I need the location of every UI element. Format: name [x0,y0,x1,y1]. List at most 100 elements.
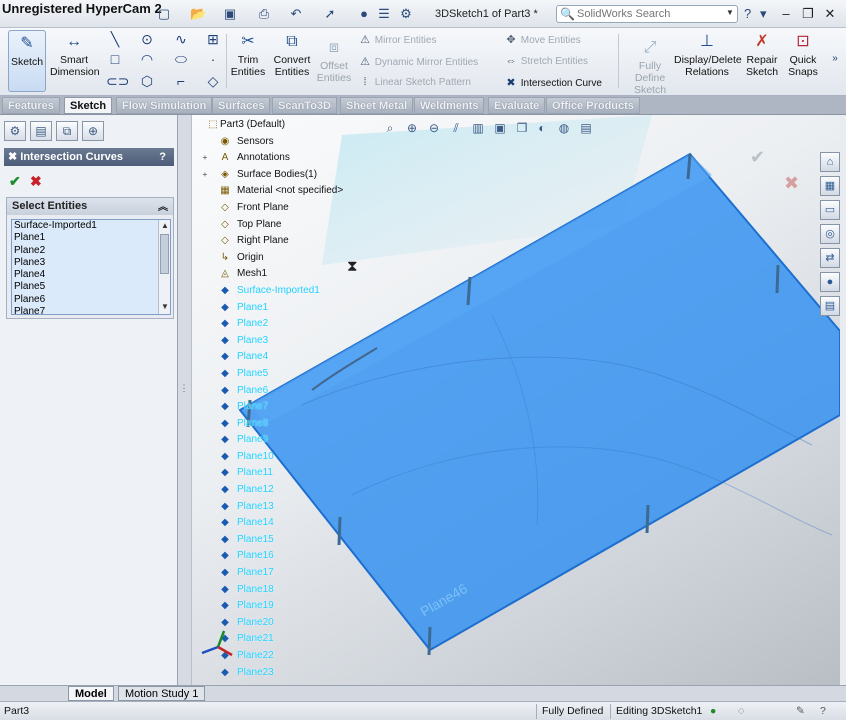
save-icon[interactable]: ▣ [222,6,238,22]
edit-appearance-icon[interactable]: ◍ [556,120,572,136]
restore-icon[interactable]: ❐ [800,6,816,22]
circle-icon[interactable]: ⊙ [138,30,156,48]
display-style-icon[interactable]: ❒ [514,120,530,136]
expand-icon[interactable]: + [200,167,210,183]
spline-icon[interactable]: ∿ [172,30,190,48]
status-help-icon[interactable]: ? [820,705,826,717]
tree-item[interactable]: + ◈ Surface Bodies(1) [200,167,420,184]
open-folder-icon[interactable]: 📂 [190,6,206,22]
select-cursor-icon[interactable]: ➚ [322,6,338,22]
custom-properties-icon[interactable]: ▤ [820,296,840,316]
polygon-icon[interactable]: ⬡ [138,72,156,90]
search-box[interactable]: 🔍 [556,5,738,23]
tree-item[interactable]: ◉ Sensors [200,134,420,151]
list-item[interactable]: Plane7 [12,306,170,314]
tree-item[interactable]: ◇ Right Plane [200,233,420,250]
list-item[interactable]: Plane6 [12,294,170,306]
intersection-curve-button[interactable]: ✖ Intersection Curve [504,76,602,89]
tree-plane-item[interactable]: ◆ Plane17 [200,565,420,582]
collapse-chevron-icon[interactable]: ︽ [158,199,168,216]
feature-manager-tab-icon[interactable]: ⚙ [4,121,26,141]
tree-plane-item[interactable]: ◆ Plane6 [200,383,420,400]
tree-plane-item[interactable]: ◆ Plane10 [200,449,420,466]
tab-model[interactable]: Model [68,686,114,701]
mirror-entities-button[interactable]: ⚠ Mirror Entities [358,33,436,46]
list-item[interactable]: Plane5 [12,281,170,293]
units-icon[interactable]: ✎ [796,705,805,717]
fully-define-button[interactable]: ⤢ Fully Define Sketch [628,38,672,96]
dimxpert-tab-icon[interactable]: ⊕ [82,121,104,141]
confirmation-check-icon[interactable]: ✔ [750,147,765,168]
home-icon[interactable]: ⌂ [820,152,840,172]
file-properties-icon[interactable]: ☰ [376,6,392,22]
tree-plane-item[interactable]: ◆ Plane16 [200,548,420,565]
trim-entities-button[interactable]: ✂ Trim Entities [230,32,266,78]
hide-show-items-icon[interactable]: ◐ [534,120,550,136]
slot-icon[interactable]: ⊂⊃ [106,72,129,90]
dynamic-mirror-button[interactable]: ⚠ Dynamic Mirror Entities [358,55,478,68]
stretch-entities-button[interactable]: ⇔ Stretch Entities [504,55,589,67]
search-dropdown-icon[interactable]: ▼ [726,8,734,17]
tree-plane-item[interactable]: ◆ Plane19 [200,598,420,615]
close-icon[interactable]: ✕ [822,6,838,22]
scroll-thumb[interactable] [160,234,169,274]
tree-item[interactable]: + A Annotations [200,150,420,167]
list-item[interactable]: Plane1 [12,232,170,244]
ok-check-icon[interactable]: ✔ [9,173,21,190]
tree-plane-item[interactable]: ◆ Plane23 [200,665,420,682]
ellipse-icon[interactable]: ⬭ [172,50,190,68]
tree-plane-item[interactable]: ◆ Plane13 [200,499,420,516]
tree-plane-item[interactable]: ◆ Plane9 [200,432,420,449]
tab-surfaces[interactable]: Surfaces [212,97,271,114]
tree-plane-item[interactable]: ◆ Plane1 [200,300,420,317]
rectangle-icon[interactable]: □ [106,50,124,68]
expand-icon[interactable]: + [200,150,210,166]
previous-view-icon[interactable]: ⊖ [426,120,442,136]
configuration-manager-tab-icon[interactable]: ⧉ [56,121,78,141]
search-input[interactable] [577,7,717,21]
tree-plane-item[interactable]: ◆ Plane11 [200,465,420,482]
list-scrollbar[interactable]: ▲ ▼ [158,220,170,314]
tree-plane-item[interactable]: ◆ Plane12 [200,482,420,499]
selected-entities-list[interactable]: Surface-Imported1 Plane1 Plane2 Plane3 P… [11,219,171,315]
rebuild-icon[interactable]: ● [356,6,372,22]
new-document-icon[interactable]: ▢ [156,6,172,22]
file-explorer-icon[interactable]: ⇄ [820,248,840,268]
tab-scanto3d[interactable]: ScanTo3D [272,97,337,114]
scroll-up-icon[interactable]: ▲ [161,221,169,230]
tree-plane-item[interactable]: ◆ Plane3 [200,333,420,350]
tab-sheet-metal[interactable]: Sheet Metal [340,97,414,114]
line-icon[interactable]: ╲ [106,30,124,48]
tree-plane-item[interactable]: ◆ Plane18 [200,582,420,599]
tab-motion-study[interactable]: Motion Study 1 [118,686,206,701]
tab-flow-simulation[interactable]: Flow Simulation [116,97,213,114]
resources-icon[interactable]: ▦ [820,176,840,196]
display-delete-relations-button[interactable]: ⊥ Display/Delete Relations [674,32,742,78]
options-icon[interactable]: ⚙ [398,6,414,22]
arc-icon[interactable]: ◠ [138,50,156,68]
tree-plane-item[interactable]: ◆ Plane8 [200,416,420,433]
confirmation-cancel-icon[interactable]: ✖ [784,173,799,194]
list-item[interactable]: Plane3 [12,257,170,269]
tree-plane-item[interactable]: ◆ Plane4 [200,349,420,366]
linear-pattern-button[interactable]: ⁞ Linear Sketch Pattern [358,76,470,88]
help-button[interactable]: ? [159,148,166,166]
rebuild-status-icon[interactable]: ● [710,705,716,717]
offset-entities-button[interactable]: ⧈ Offset Entities [316,38,352,84]
zoom-to-area-icon[interactable]: ⊕ [404,120,420,136]
tree-item[interactable]: ▦ Material <not specified> [200,183,420,200]
sketch-button[interactable]: ✎ Sketch [8,30,46,92]
view-orientation-icon[interactable]: ▣ [492,120,508,136]
graphics-area[interactable]: Plane46 ⬚ Part3 (Default) ◉ Sensors + A Anno… [192,115,840,685]
tree-plane-item[interactable]: ◆ Plane2 [200,316,420,333]
quick-tips-icon[interactable]: ◌ [738,705,744,717]
splitter-grip-icon[interactable]: ⋮ [179,383,189,399]
tab-sketch[interactable]: Sketch [64,97,113,114]
print-icon[interactable]: ⎙ [256,6,272,22]
tab-evaluate[interactable]: Evaluate [488,97,546,114]
list-item[interactable]: Plane4 [12,269,170,281]
cancel-x-icon[interactable]: ✖ [30,173,42,190]
panel-splitter[interactable]: ⋮ [178,115,192,685]
property-manager-tab-icon[interactable]: ▤ [30,121,52,141]
tab-features[interactable]: Features [2,97,60,114]
